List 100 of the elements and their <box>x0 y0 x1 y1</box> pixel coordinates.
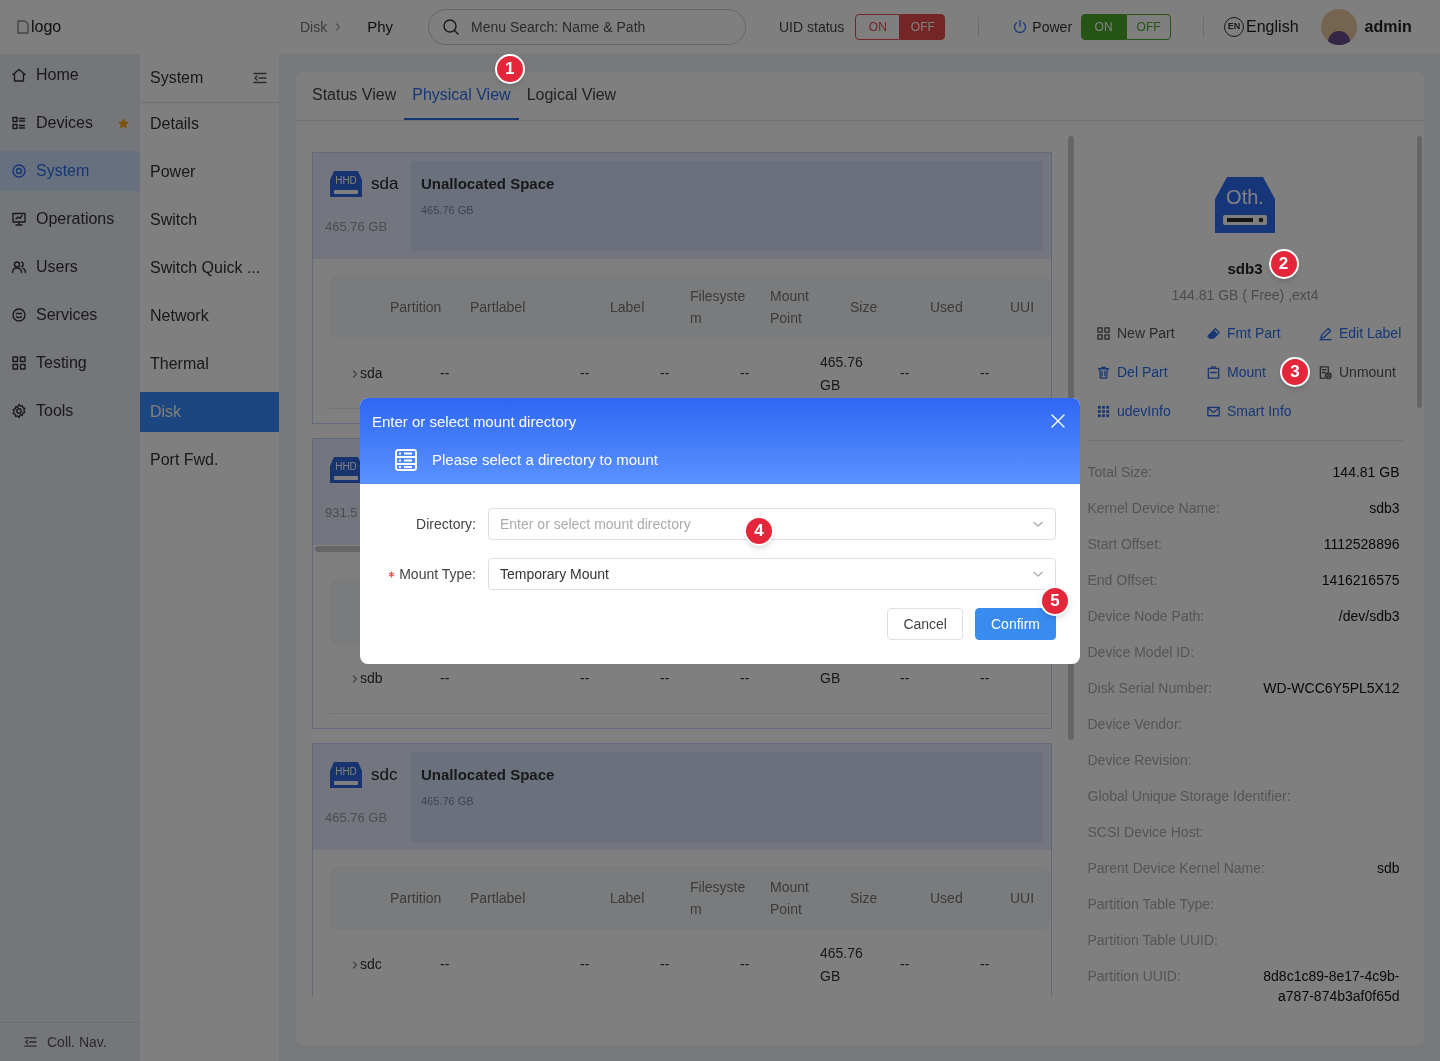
table-cell-text: GB <box>820 669 842 688</box>
nav-item[interactable]: Users <box>0 247 140 287</box>
user-name[interactable]: admin <box>1364 15 1412 39</box>
breadcrumb-link[interactable]: Disk <box>300 16 328 38</box>
column-header: Label <box>610 889 646 908</box>
drive-icon <box>329 455 363 485</box>
column-header: UUI <box>1010 889 1036 908</box>
grid-icon <box>1096 326 1111 341</box>
language-link[interactable]: English <box>1246 15 1299 39</box>
toggle-option[interactable]: ON <box>855 14 901 40</box>
toggle-option[interactable]: ON <box>1081 14 1127 40</box>
table-cell-text: -- <box>660 669 671 688</box>
logo-alt-text: logo <box>31 17 62 37</box>
callout-badge: 2 <box>1268 249 1299 279</box>
nav-item[interactable]: Services <box>0 295 140 335</box>
table-cell-text: -- <box>580 669 591 688</box>
drive-type-label: HHD <box>335 175 357 187</box>
power-icon <box>1012 19 1029 35</box>
cancel-button[interactable]: Cancel <box>887 608 963 640</box>
table-cell-text: -- <box>740 955 751 974</box>
breadcrumb-link[interactable]: Phy <box>367 15 394 39</box>
sub-nav-item[interactable]: Power <box>140 152 279 192</box>
scrollbar-thumb[interactable] <box>1417 136 1422 408</box>
chevron-icon <box>350 673 360 684</box>
broken-image-icon <box>16 19 30 35</box>
collapse-nav-link[interactable]: Coll. Nav. <box>24 1031 107 1053</box>
sub-nav-item[interactable]: Network <box>140 296 279 336</box>
power-label: Power <box>1032 17 1073 37</box>
nav-item[interactable]: Testing <box>0 343 140 383</box>
sub-nav-item[interactable]: Thermal <box>140 344 279 384</box>
server-icon <box>394 448 418 472</box>
action-link[interactable]: Mount <box>1206 362 1266 383</box>
segment-label: Unallocated Space <box>421 765 555 785</box>
action-link[interactable]: Edit Label <box>1318 323 1402 344</box>
sub-nav-item[interactable]: Switch Quick ... <box>140 248 279 288</box>
column-header: Filesystem <box>690 878 747 919</box>
table-cell-text: -- <box>740 669 751 688</box>
confirm-button[interactable]: Confirm <box>975 608 1056 640</box>
eraser-icon <box>1206 326 1221 341</box>
nav-item[interactable]: System <box>0 151 140 191</box>
column-header: Size <box>850 889 879 908</box>
drive-type-label: HHD <box>335 766 357 778</box>
table-cell-text: sdc <box>360 955 383 974</box>
callout-badge: 5 <box>1040 586 1070 616</box>
toggle-option[interactable]: OFF <box>900 14 946 40</box>
house-icon <box>11 67 27 83</box>
table-cell-text: -- <box>900 955 911 974</box>
dot-grid-icon <box>1096 404 1111 419</box>
mount-type-select[interactable]: Temporary Mount <box>488 558 1056 590</box>
monitor-icon <box>11 211 27 227</box>
nav-item[interactable]: Home <box>0 55 140 95</box>
document-x-icon <box>1318 365 1333 380</box>
uid-status-label: UID status <box>779 17 845 37</box>
search-field[interactable]: Menu Search: Name & Path <box>428 9 746 45</box>
field-value: 144.81 GB <box>1332 463 1400 482</box>
close-icon <box>1050 413 1066 429</box>
view-tab[interactable]: Status View <box>304 71 405 120</box>
trash-icon <box>1096 365 1111 380</box>
field-value: 1416216575 <box>1321 571 1400 590</box>
table-cell-text: sda <box>360 364 384 383</box>
column-header: Filesystem <box>690 287 747 328</box>
action-link[interactable]: Del Part <box>1096 362 1168 383</box>
field-value: sdb3 <box>1369 499 1400 518</box>
disk-name: sda <box>371 173 399 196</box>
action-link[interactable]: Smart Info <box>1206 401 1292 422</box>
drive-type-label: HHD <box>335 461 357 473</box>
field-label: Mount Type: <box>399 564 476 584</box>
nav-item[interactable]: Tools <box>0 391 140 431</box>
field-value: 8d8c1c89-8e17-4c9b-a787-874b3af0f65d <box>1262 967 1400 1006</box>
table-cell-text: -- <box>660 364 671 383</box>
action-link[interactable]: udevInfo <box>1096 401 1171 422</box>
column-header: Mount Point <box>770 287 810 328</box>
callout-badge: 1 <box>494 54 525 84</box>
nav-item[interactable]: Operations <box>0 199 140 239</box>
sub-nav-item[interactable]: Disk <box>140 392 279 432</box>
column-header: Used <box>930 889 964 908</box>
drive-icon <box>1213 175 1277 233</box>
drive-type-label: Oth. <box>1226 186 1264 208</box>
sub-nav-item[interactable]: Port Fwd. <box>140 440 279 480</box>
scrollbar-thumb[interactable] <box>315 546 361 552</box>
column-header: Size <box>850 298 879 317</box>
chevron-icon <box>350 368 360 379</box>
column-header: Mount Point <box>770 878 810 919</box>
table-cell-text: -- <box>440 669 451 688</box>
column-header: UUI <box>1010 298 1036 317</box>
pencil-icon <box>1318 326 1333 341</box>
avatar[interactable] <box>1320 9 1357 45</box>
dialog-subtitle: Please select a directory to mount <box>432 449 658 470</box>
action-link[interactable]: Fmt Part <box>1206 323 1281 344</box>
clipboard-icon <box>1206 365 1221 380</box>
close-button[interactable] <box>1050 413 1066 429</box>
sub-nav-item[interactable]: Details <box>140 104 279 144</box>
column-header: Used <box>930 298 964 317</box>
toggle-option[interactable]: OFF <box>1126 14 1172 40</box>
table-cell-text: -- <box>980 955 991 974</box>
segment-label: Unallocated Space <box>421 174 555 194</box>
column-header: Partition <box>390 298 443 317</box>
nav-item[interactable]: Devices <box>0 103 140 143</box>
sub-nav-item[interactable]: Switch <box>140 200 279 240</box>
collapse-icon[interactable] <box>253 72 267 84</box>
